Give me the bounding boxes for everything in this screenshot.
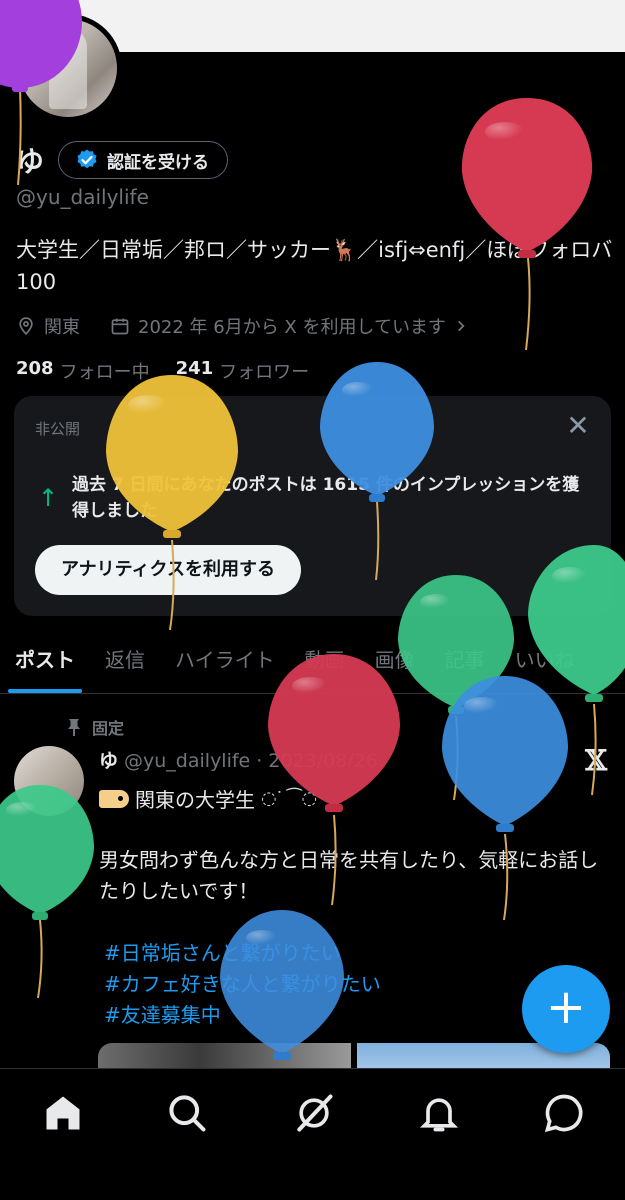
close-icon[interactable]: ✕ (565, 412, 591, 440)
verified-badge-icon (77, 149, 97, 169)
tab-articles[interactable]: 記事 (430, 636, 500, 693)
search-icon[interactable] (165, 1091, 209, 1135)
post-header: ゆ @yu_dailylife · 2023/08/26 (99, 746, 378, 773)
label-tag-icon (99, 789, 129, 808)
followers-label[interactable]: フォロワー (219, 358, 309, 384)
tab-likes[interactable]: いいね (500, 636, 590, 693)
home-icon[interactable] (41, 1091, 85, 1135)
post-hashtags: #日常垢さんと繋がりたい #カフェ好きな人と繋がりたい #友達募集中 (104, 938, 381, 1031)
post-author-name[interactable]: ゆ (99, 746, 118, 773)
balloon-icon (461, 98, 593, 351)
chevron-right-icon[interactable] (454, 319, 468, 333)
profile-handle: @yu_dailylife (16, 185, 149, 209)
profile-avatar-frame[interactable] (14, 14, 122, 122)
profile-tabs: ポスト 返信 ハイライト 動画 画像 記事 いいね (0, 636, 625, 694)
tab-replies[interactable]: 返信 (90, 636, 160, 693)
tab-highlights[interactable]: ハイライト (160, 636, 290, 693)
messages-icon[interactable] (542, 1091, 586, 1135)
hashtag-link[interactable]: #カフェ好きな人と繋がりたい (104, 969, 381, 1000)
tab-posts[interactable]: ポスト (0, 636, 90, 693)
follow-stats: 208 フォロー中 241 フォロワー (16, 358, 309, 384)
followers-count[interactable]: 241 (176, 358, 214, 384)
tab-photos[interactable]: 画像 (360, 636, 430, 693)
bubbles-icon: ◌ᐝ ⁀◌ (261, 788, 318, 809)
profile-bio: 大学生／日常垢／邦ロ／サッカー🦌／isfj⇔enfj／ほぼフォロバ100 (16, 238, 613, 294)
post-body: 男女問わず色んな方と日常を共有したり、気軽にお話したりしたいです！ (99, 848, 599, 903)
x-logo-icon: 𝕏 (585, 744, 607, 777)
use-analytics-button[interactable]: アナリティクスを利用する (35, 545, 302, 595)
profile-joined[interactable]: 2022 年 6月から X を利用しています (138, 313, 446, 339)
get-verified-button[interactable]: 認証を受ける (58, 141, 229, 179)
post-first-line: 関東の大学生 ◌ᐝ ⁀◌ (99, 784, 317, 813)
name-row: ゆ 認証を受ける (16, 140, 229, 180)
pin-icon (68, 719, 80, 736)
analytics-card: 非公開 ✕ ↑ 過去 7 日間にあなたのポストは 1615 件のインプレッション… (14, 396, 611, 616)
tab-videos[interactable]: 動画 (290, 636, 360, 693)
post-author-handle[interactable]: @yu_dailylife (124, 750, 250, 772)
grok-icon[interactable] (292, 1091, 336, 1135)
private-label: 非公開 (35, 420, 81, 438)
compose-post-button[interactable]: + (522, 965, 610, 1053)
bottom-nav (0, 1068, 625, 1200)
profile-location: 関東 (44, 317, 80, 338)
display-name: ゆ (16, 145, 45, 178)
pinned-label: 固定 (92, 719, 125, 738)
hashtag-link[interactable]: #日常垢さんと繋がりたい (104, 938, 381, 969)
following-label[interactable]: フォロー中 (60, 358, 150, 384)
post-avatar[interactable] (14, 746, 84, 816)
pinned-indicator: 固定 (66, 715, 124, 739)
post-line1-text: 関東の大学生 (135, 788, 255, 812)
notifications-icon[interactable] (417, 1091, 461, 1135)
balloon-icon (0, 785, 94, 999)
arrow-up-icon: ↑ (38, 484, 59, 512)
following-count[interactable]: 208 (16, 358, 54, 384)
hashtag-link[interactable]: #友達募集中 (104, 1000, 381, 1031)
profile-meta: 関東 2022 年 6月から X を利用しています (16, 313, 468, 339)
profile-avatar[interactable] (19, 19, 117, 117)
post-date[interactable]: 2023/08/26 (268, 750, 378, 772)
get-verified-label: 認証を受ける (107, 152, 210, 173)
location-pin-icon (19, 317, 33, 336)
impressions-message: 過去 7 日間にあなたのポストは 1615 件のインプレッションを獲得しました (72, 475, 580, 521)
calendar-icon (111, 318, 129, 335)
